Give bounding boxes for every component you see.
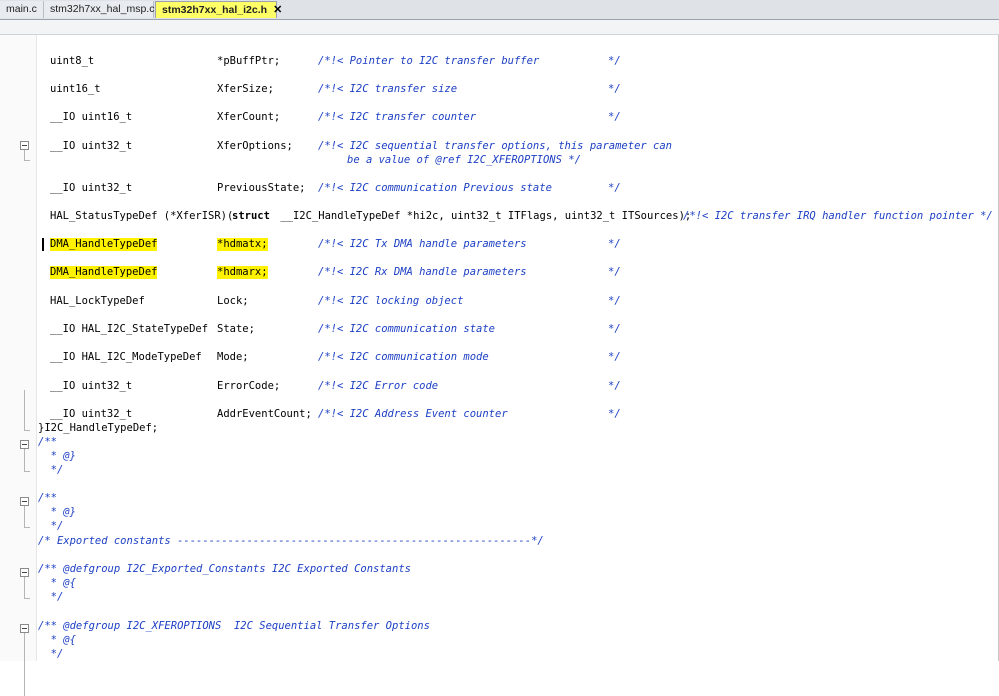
fold-toggle-icon[interactable] <box>20 141 29 150</box>
fold-end <box>24 598 30 599</box>
fold-toggle-icon[interactable] <box>20 440 29 449</box>
code-line: __IO HAL_I2C_StateTypeDef <box>50 323 209 335</box>
code-comment: */ <box>38 648 64 660</box>
code-comment: */ <box>608 182 621 194</box>
fold-line <box>24 390 25 430</box>
close-tab-icon[interactable]: ✕ <box>273 2 282 19</box>
code-line: Mode; <box>217 351 249 363</box>
code-comment: /** <box>38 492 57 504</box>
fold-line <box>24 633 25 696</box>
code-comment: * @} <box>38 506 76 518</box>
text-caret <box>42 238 44 251</box>
code-comment: */ <box>608 266 621 278</box>
highlighted-code: *hdmatx; <box>217 238 268 251</box>
code-comment: /*!< I2C Rx DMA handle parameters <box>318 266 527 278</box>
code-line: PreviousState; <box>217 182 306 194</box>
code-line: XferOptions; <box>217 140 293 152</box>
code-line: State; <box>217 323 255 335</box>
fold-toggle-icon[interactable] <box>20 624 29 633</box>
code-comment: */ <box>608 83 621 95</box>
code-comment: /*!< I2C transfer counter <box>318 111 477 123</box>
code-comment: /** <box>38 436 57 448</box>
code-comment: */ <box>608 295 621 307</box>
code-comment: */ <box>608 323 621 335</box>
code-comment: /*!< Pointer to I2C transfer buffer <box>318 55 540 67</box>
code-comment: /*!< I2C communication state <box>318 323 496 335</box>
code-comment: */ <box>38 464 64 476</box>
code-comment: */ <box>38 591 64 603</box>
tab-stm32h7xx-hal-i2c-h[interactable]: stm32h7xx_hal_i2c.h ✕ <box>155 1 282 18</box>
code-line: uint8_t <box>50 55 95 67</box>
tab-label: stm32h7xx_hal_i2c.h <box>162 4 268 16</box>
editor-tab-bar: main.c stm32h7xx_hal_msp.c stm32h7xx_hal… <box>0 0 999 20</box>
code-comment: */ <box>608 238 621 250</box>
code-comment: /*!< I2C communication mode <box>318 351 489 363</box>
fold-line <box>24 577 25 598</box>
editor-ruler <box>0 20 999 35</box>
code-comment: */ <box>608 380 621 392</box>
code-comment: /** @defgroup I2C_Exported_Constants I2C… <box>38 563 411 575</box>
tab-label: main.c <box>6 3 37 15</box>
code-line: XferCount; <box>217 111 281 123</box>
code-line: __IO uint32_t <box>50 408 133 420</box>
code-comment: /*!< I2C Error code <box>318 380 439 392</box>
fold-toggle-icon[interactable] <box>20 497 29 506</box>
code-comment: * @} <box>38 450 76 462</box>
tab-main-c[interactable]: main.c <box>0 1 44 18</box>
code-line: XferSize; <box>217 83 274 95</box>
highlighted-code: DMA_HandleTypeDef <box>50 238 158 251</box>
fold-toggle-icon[interactable] <box>20 568 29 577</box>
code-comment: */ <box>38 520 64 532</box>
code-comment: /*!< I2C transfer IRQ handler function p… <box>683 210 993 222</box>
code-comment: /*!< I2C locking object <box>318 295 464 307</box>
code-comment: /*!< I2C Address Event counter <box>318 408 508 420</box>
code-comment: */ <box>608 55 621 67</box>
code-comment: /** @defgroup I2C_XFEROPTIONS I2C Sequen… <box>38 620 430 632</box>
code-line: HAL_LockTypeDef <box>50 295 145 307</box>
code-line: *pBuffPtr; <box>217 55 281 67</box>
fold-end <box>24 430 30 431</box>
code-comment: /* Exported constants ------------------… <box>38 535 544 547</box>
code-keyword: struct <box>232 210 270 222</box>
fold-end <box>24 527 30 528</box>
code-line: __IO HAL_I2C_ModeTypeDef <box>50 351 202 363</box>
highlighted-code: *hdmarx; <box>217 266 268 279</box>
code-comment: /*!< I2C transfer size <box>318 83 458 95</box>
fold-line <box>24 150 25 160</box>
fold-end <box>24 160 30 161</box>
code-line: }I2C_HandleTypeDef; <box>38 422 159 434</box>
code-line: HAL_StatusTypeDef (*XferISR)( <box>50 210 234 222</box>
code-comment: */ <box>608 408 621 420</box>
code-comment: * @{ <box>38 634 76 646</box>
code-comment: /*!< I2C communication Previous state <box>318 182 552 194</box>
code-comment: /*!< I2C sequential transfer options, th… <box>318 140 673 152</box>
code-line: AddrEventCount; <box>217 408 312 420</box>
code-comment: * @{ <box>38 577 76 589</box>
fold-end <box>24 471 30 472</box>
code-line: __IO uint32_t <box>50 140 133 152</box>
code-line: Lock; <box>217 295 249 307</box>
code-comment: */ <box>608 111 621 123</box>
code-comment: /*!< I2C Tx DMA handle parameters <box>318 238 527 250</box>
code-comment: */ <box>608 351 621 363</box>
highlighted-code: DMA_HandleTypeDef <box>50 266 158 279</box>
code-line: __IO uint32_t <box>50 380 133 392</box>
code-line: uint16_t <box>50 83 101 95</box>
code-comment: be a value of @ref I2C_XFEROPTIONS */ <box>347 154 581 166</box>
tab-stm32h7xx-hal-msp-c[interactable]: stm32h7xx_hal_msp.c <box>44 1 154 18</box>
code-line: ErrorCode; <box>217 380 281 392</box>
code-line: __IO uint16_t <box>50 111 133 123</box>
code-line: __I2C_HandleTypeDef *hi2c, uint32_t ITFl… <box>274 210 692 222</box>
fold-line <box>24 506 25 527</box>
code-line: __IO uint32_t <box>50 182 133 194</box>
fold-line <box>24 449 25 471</box>
tab-label: stm32h7xx_hal_msp.c <box>50 3 155 15</box>
fold-gutter[interactable] <box>0 35 37 696</box>
